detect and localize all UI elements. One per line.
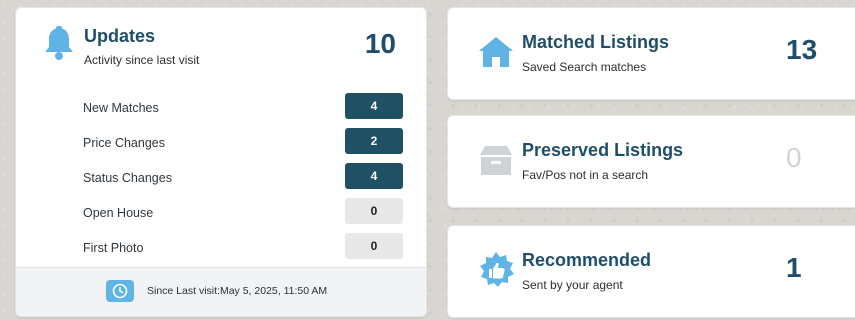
bell-icon (42, 26, 76, 62)
updates-header: Updates Activity since last visit 10 (16, 8, 426, 88)
updates-total-count: 10 (364, 28, 396, 59)
matched-listings-count: 13 (786, 34, 818, 65)
update-label: Status Changes (83, 171, 172, 185)
updates-card: Updates Activity since last visit 10 New… (15, 7, 427, 317)
updates-subtitle: Activity since last visit (84, 53, 200, 67)
update-row-open-house[interactable]: Open House 0 (16, 197, 426, 232)
update-label: Price Changes (83, 136, 165, 150)
recommended-card[interactable]: Recommended Sent by your agent 1 (447, 225, 855, 318)
count-badge[interactable]: 0 (345, 233, 403, 259)
recommended-title: Recommended (522, 250, 652, 270)
matched-listings-subtitle: Saved Search matches (522, 60, 647, 74)
update-row-price-changes[interactable]: Price Changes 2 (16, 127, 426, 162)
update-row-new-matches[interactable]: New Matches 4 (16, 92, 426, 127)
house-icon (476, 32, 516, 72)
matched-listings-title: Matched Listings (522, 32, 670, 52)
count-badge[interactable]: 4 (345, 163, 403, 189)
count-badge[interactable]: 4 (345, 93, 403, 119)
update-list: New Matches 4 Price Changes 2 Status Cha… (16, 92, 426, 267)
count-badge[interactable]: 0 (345, 198, 403, 224)
update-row-status-changes[interactable]: Status Changes 4 (16, 162, 426, 197)
preserved-listings-count: 0 (786, 142, 802, 173)
last-visit-footer: Since Last visit:May 5, 2025, 11:50 AM (16, 267, 426, 316)
archive-box-icon (476, 140, 516, 180)
preserved-listings-title: Preserved Listings (522, 140, 684, 160)
last-visit-text: Since Last visit:May 5, 2025, 11:50 AM (147, 285, 328, 297)
update-label: Open House (83, 206, 154, 220)
preserved-listings-card[interactable]: Preserved Listings Fav/Pos not in a sear… (447, 115, 855, 208)
updates-title: Updates (84, 26, 156, 46)
matched-listings-card[interactable]: Matched Listings Saved Search matches 13 (447, 7, 855, 100)
recommended-subtitle: Sent by your agent (522, 278, 623, 292)
preserved-listings-subtitle: Fav/Pos not in a search (522, 168, 649, 182)
update-label: First Photo (83, 241, 144, 255)
count-badge[interactable]: 2 (345, 128, 403, 154)
thumbs-up-badge-icon (476, 250, 516, 290)
update-label: New Matches (83, 101, 159, 115)
update-row-first-photo[interactable]: First Photo 0 (16, 232, 426, 267)
clock-icon (106, 280, 134, 302)
recommended-count: 1 (786, 252, 802, 283)
